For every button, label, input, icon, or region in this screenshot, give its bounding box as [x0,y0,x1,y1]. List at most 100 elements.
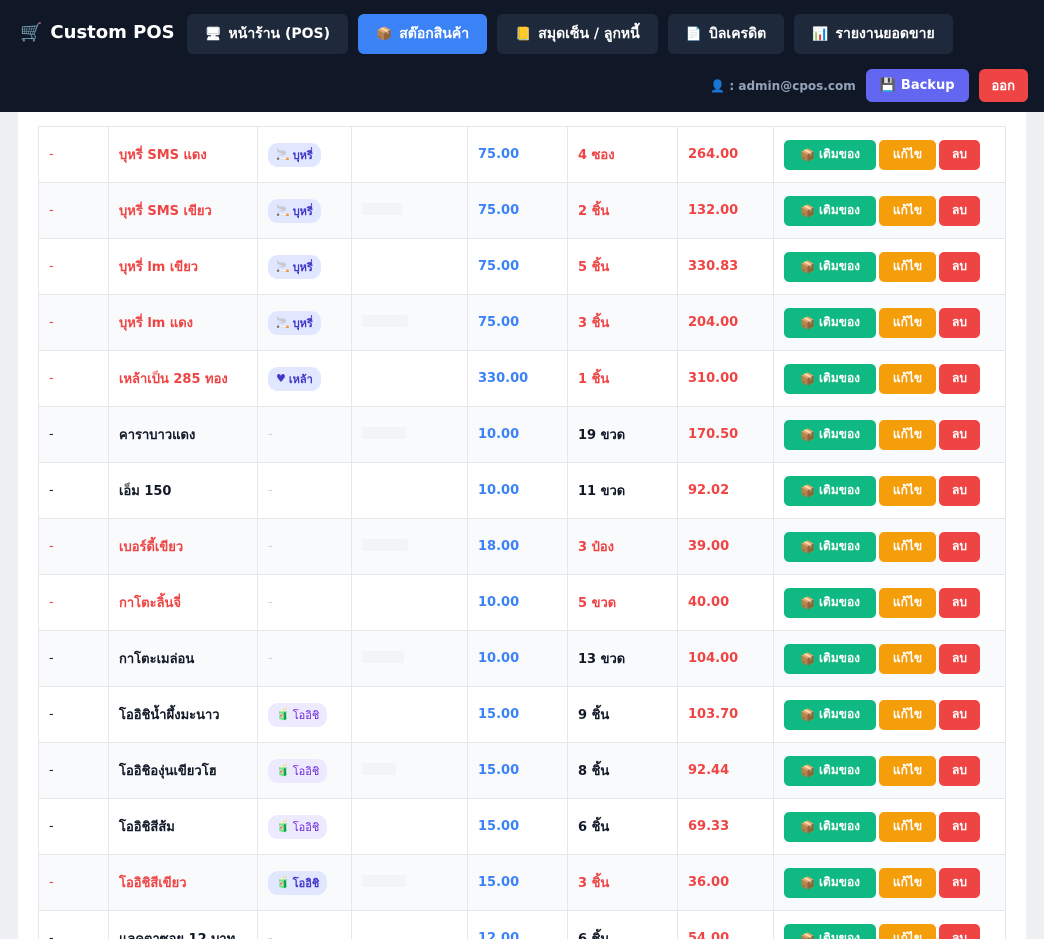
restock-label: เติมของ [818,483,861,497]
restock-button[interactable]: 📦 เติมของ [784,867,876,898]
category-cell: 🧃 โออิชิ [257,798,352,855]
restock-label: เติมของ [818,539,861,553]
delete-button[interactable]: ลบ [939,699,980,730]
product-name: แลคตาซอย 12 บาท [108,910,258,939]
edit-button[interactable]: แก้ไข [879,923,936,939]
restock-button[interactable]: 📦 เติมของ [784,195,876,226]
delete-button[interactable]: ลบ [939,251,980,282]
restock-button[interactable]: 📦 เติมของ [784,419,876,450]
edit-button[interactable]: แก้ไข [879,139,936,170]
restock-button[interactable]: 📦 เติมของ [784,139,876,170]
restock-button[interactable]: 📦 เติมของ [784,811,876,842]
logout-button[interactable]: ออก [978,69,1028,102]
barcode-blur [362,874,406,887]
barcode-cell [351,518,468,575]
delete-button[interactable]: ลบ [939,307,980,338]
table-row: - เอ็ม 150 - 10.00 11 ขวด 92.02 📦 เติมของ… [38,462,1006,519]
actions-cell: 📦 เติมของ แก้ไข ลบ [773,462,1006,519]
price-cell: 15.00 [467,798,568,855]
edit-button[interactable]: แก้ไข [879,363,936,394]
delete-button[interactable]: ลบ [939,531,980,562]
code-cell: - [38,182,109,239]
barcode-blur [362,202,402,215]
restock-button[interactable]: 📦 เติมของ [784,923,876,939]
category-cell: - [257,574,352,631]
category-cell: 🧃 โออิชิ [257,854,352,911]
restock-button[interactable]: 📦 เติมของ [784,643,876,674]
category-label: โออิชิ [292,708,320,722]
delete-button[interactable]: ลบ [939,139,980,170]
edit-button[interactable]: แก้ไข [879,867,936,898]
restock-button[interactable]: 📦 เติมของ [784,475,876,506]
edit-button[interactable]: แก้ไข [879,587,936,618]
product-name: โออิชิสีเขียว [108,854,258,911]
nav-stock[interactable]: 📦 สต๊อกสินค้า [358,14,488,54]
category-badge: 🚬 บุหรี่ [268,254,321,279]
category-label: บุหรี่ [292,148,313,162]
restock-label: เติมของ [818,763,861,777]
edit-button[interactable]: แก้ไข [879,419,936,450]
delete-button[interactable]: ลบ [939,419,980,450]
restock-button[interactable]: 📦 เติมของ [784,363,876,394]
category-badge: 🧃 โออิชิ [268,758,328,783]
backup-button[interactable]: 💾 Backup [865,69,969,102]
restock-button[interactable]: 📦 เติมของ [784,755,876,786]
delete-button[interactable]: ลบ [939,587,980,618]
category-icon: 🚬 [276,148,290,161]
category-badge: 🚬 บุหรี่ [268,310,321,335]
actions-cell: 📦 เติมของ แก้ไข ลบ [773,910,1006,939]
brand[interactable]: 🛒 Custom POS [20,22,175,43]
category-icon: 🧃 [276,764,290,777]
barcode-cell [351,182,468,239]
product-name: โออิชิองุ่นเขียวโฮ [108,742,258,799]
stock-table-wrap[interactable]: - บุหรี่ SMS แดง 🚬 บุหรี่ 75.00 4 ซอง 264… [38,126,1006,939]
nav-sales-report[interactable]: 📊 รายงานยอดขาย [794,14,953,54]
cost-cell: 330.83 [677,238,774,295]
edit-button[interactable]: แก้ไข [879,251,936,282]
delete-button[interactable]: ลบ [939,195,980,226]
nav-ledger[interactable]: 📒 สมุดเซ็น / ลูกหนี้ [497,14,658,54]
delete-button[interactable]: ลบ [939,923,980,939]
delete-button[interactable]: ลบ [939,643,980,674]
cost-cell: 104.00 [677,630,774,687]
delete-button[interactable]: ลบ [939,755,980,786]
table-row: - กาโตะเมล่อน - 10.00 13 ขวด 104.00 📦 เติ… [38,630,1006,687]
barcode-cell [351,294,468,351]
restock-button[interactable]: 📦 เติมของ [784,531,876,562]
price-cell: 330.00 [467,350,568,407]
product-name: กาโตะลิ้นจี่ [108,574,258,631]
computer-icon: 🖥 [205,26,222,42]
stock-cell: 9 ชิ้น [567,686,678,743]
cost-cell: 264.00 [677,126,774,183]
edit-button[interactable]: แก้ไข [879,307,936,338]
edit-button[interactable]: แก้ไข [879,811,936,842]
delete-button[interactable]: ลบ [939,867,980,898]
restock-button[interactable]: 📦 เติมของ [784,307,876,338]
stock-cell: 8 ชิ้น [567,742,678,799]
restock-button[interactable]: 📦 เติมของ [784,251,876,282]
delete-button[interactable]: ลบ [939,363,980,394]
category-badge: 🚬 บุหรี่ [268,142,321,167]
restock-label: เติมของ [818,371,861,385]
edit-button[interactable]: แก้ไข [879,643,936,674]
price-cell: 75.00 [467,182,568,239]
restock-button[interactable]: 📦 เติมของ [784,587,876,618]
restock-button[interactable]: 📦 เติมของ [784,699,876,730]
delete-button[interactable]: ลบ [939,811,980,842]
cost-cell: 310.00 [677,350,774,407]
table-row: - โออิชิองุ่นเขียวโฮ 🧃 โออิชิ 15.00 8 ชิ้… [38,742,1006,799]
barcode-cell [351,238,468,295]
restock-label: เติมของ [818,203,861,217]
table-row: - บุหรี่ lm เขียว 🚬 บุหรี่ 75.00 5 ชิ้น 3… [38,238,1006,295]
edit-button[interactable]: แก้ไข [879,475,936,506]
nav-pos[interactable]: 🖥 หน้าร้าน (POS) [187,14,349,54]
nav-credit-bill[interactable]: 📄 บิลเครดิต [667,14,785,54]
price-cell: 10.00 [467,462,568,519]
stock-cell: 11 ขวด [567,462,678,519]
edit-button[interactable]: แก้ไข [879,531,936,562]
edit-button[interactable]: แก้ไข [879,699,936,730]
delete-button[interactable]: ลบ [939,475,980,506]
edit-button[interactable]: แก้ไข [879,195,936,226]
category-label: โออิชิ [292,820,320,834]
edit-button[interactable]: แก้ไข [879,755,936,786]
